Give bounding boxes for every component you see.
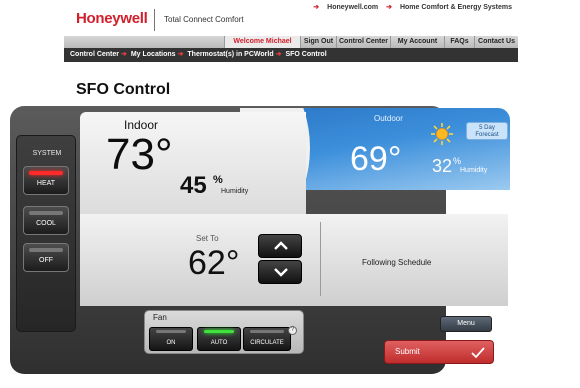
nav-control-center[interactable]: Control Center bbox=[336, 36, 390, 48]
outdoor-humidity-value: 32 bbox=[432, 156, 453, 176]
temperature-up-button[interactable] bbox=[258, 234, 302, 258]
heat-button[interactable]: HEAT bbox=[23, 166, 69, 195]
fan-on-indicator bbox=[156, 330, 186, 333]
arrow-icon: ➔ bbox=[275, 51, 282, 58]
chevron-up-icon bbox=[274, 241, 288, 250]
fan-circulate-button[interactable]: CIRCULATE bbox=[243, 327, 291, 351]
cool-label: COOL bbox=[36, 220, 56, 227]
indoor-humidity-label: Humidity bbox=[221, 188, 249, 195]
breadcrumb-current: SFO Control bbox=[285, 51, 327, 58]
page-title: SFO Control bbox=[76, 81, 171, 98]
system-label: SYSTEM bbox=[32, 150, 62, 157]
checkmark-icon bbox=[471, 347, 485, 359]
cool-button[interactable]: COOL bbox=[23, 206, 69, 235]
sun-icon bbox=[431, 123, 453, 145]
off-label: OFF bbox=[39, 257, 53, 264]
fan-panel: Fan ON AUTO CIRCULATE bbox=[144, 310, 304, 354]
breadcrumb-item[interactable]: Control Center bbox=[70, 51, 119, 58]
set-to-label: Set To bbox=[196, 234, 219, 243]
honeywell-logo[interactable]: Honeywell bbox=[76, 10, 148, 27]
fan-auto-label: AUTO bbox=[210, 340, 228, 346]
outdoor-label: Outdoor bbox=[374, 114, 403, 123]
help-icon[interactable]: ? bbox=[288, 326, 297, 335]
top-link-home-comfort[interactable]: ➔ Home Comfort & Energy Systems bbox=[386, 4, 512, 11]
nav-welcome: Welcome Michael bbox=[224, 36, 300, 48]
forecast-line-2: Forecast bbox=[475, 132, 499, 138]
forecast-button[interactable]: 5 Day Forecast bbox=[466, 122, 508, 140]
nav-faqs[interactable]: FAQs bbox=[444, 36, 474, 48]
outdoor-humidity-unit: % bbox=[453, 156, 462, 166]
fan-circulate-indicator bbox=[250, 330, 284, 333]
nav-my-account[interactable]: My Account bbox=[390, 36, 444, 48]
arrow-icon: ➔ bbox=[386, 4, 392, 11]
fan-circulate-label: CIRCULATE bbox=[250, 340, 284, 346]
breadcrumb: Control Center ➔ My Locations ➔ Thermostat… bbox=[64, 48, 518, 62]
fan-auto-button[interactable]: AUTO bbox=[197, 327, 241, 351]
fan-auto-indicator bbox=[204, 330, 234, 333]
heat-indicator bbox=[29, 171, 63, 175]
logo-separator bbox=[154, 9, 155, 31]
fan-on-button[interactable]: ON bbox=[149, 327, 193, 351]
off-indicator bbox=[29, 248, 63, 252]
schedule-status: Following Schedule bbox=[362, 258, 432, 267]
top-links: ➔ Honeywell.com ➔ Home Comfort & Energy Sy… bbox=[307, 3, 512, 11]
forecast-line-1: 5 Day bbox=[479, 125, 495, 131]
divider bbox=[320, 222, 321, 296]
indoor-temperature: 73° bbox=[106, 130, 173, 179]
cool-indicator bbox=[29, 211, 63, 215]
outdoor-temperature: 69° bbox=[350, 140, 402, 178]
off-button[interactable]: OFF bbox=[23, 243, 69, 272]
arrow-icon: ➔ bbox=[177, 51, 184, 58]
indoor-humidity-unit: % bbox=[213, 174, 223, 186]
menu-button[interactable]: Menu bbox=[440, 316, 492, 332]
indoor-humidity-value: 45 bbox=[180, 172, 207, 199]
fan-on-label: ON bbox=[166, 340, 176, 346]
nav-contact-us[interactable]: Contact Us bbox=[474, 36, 518, 48]
temperature-down-button[interactable] bbox=[258, 260, 302, 284]
nav-sign-out[interactable]: Sign Out bbox=[300, 36, 336, 48]
indoor-panel: Indoor 73° 45 % Humidity bbox=[80, 112, 306, 214]
page: Honeywell Total Connect Comfort ➔ Honeywe… bbox=[0, 0, 580, 388]
arrow-icon: ➔ bbox=[121, 51, 127, 58]
tagline: Total Connect Comfort bbox=[164, 15, 244, 24]
fan-label: Fan bbox=[153, 313, 167, 322]
arrow-icon: ➔ bbox=[313, 4, 320, 11]
nav-bar: Welcome Michael Sign Out Control Center … bbox=[64, 36, 518, 48]
breadcrumb-item[interactable]: Thermostat(s) in PCWorld bbox=[187, 51, 273, 58]
system-mode-panel: SYSTEM HEAT COOL OFF bbox=[16, 135, 76, 332]
outdoor-humidity-label: Humidity bbox=[460, 167, 488, 174]
breadcrumb-item[interactable]: My Locations bbox=[131, 51, 176, 58]
setpoint-panel: Set To 62° Following Schedule bbox=[80, 214, 508, 306]
heat-label: HEAT bbox=[36, 180, 56, 187]
top-link-honeywell[interactable]: ➔ Honeywell.com bbox=[313, 4, 378, 11]
submit-label: Submit bbox=[395, 347, 420, 356]
setpoint-temperature: 62° bbox=[188, 244, 240, 282]
submit-button[interactable]: Submit bbox=[384, 340, 494, 364]
chevron-down-icon bbox=[274, 268, 288, 277]
